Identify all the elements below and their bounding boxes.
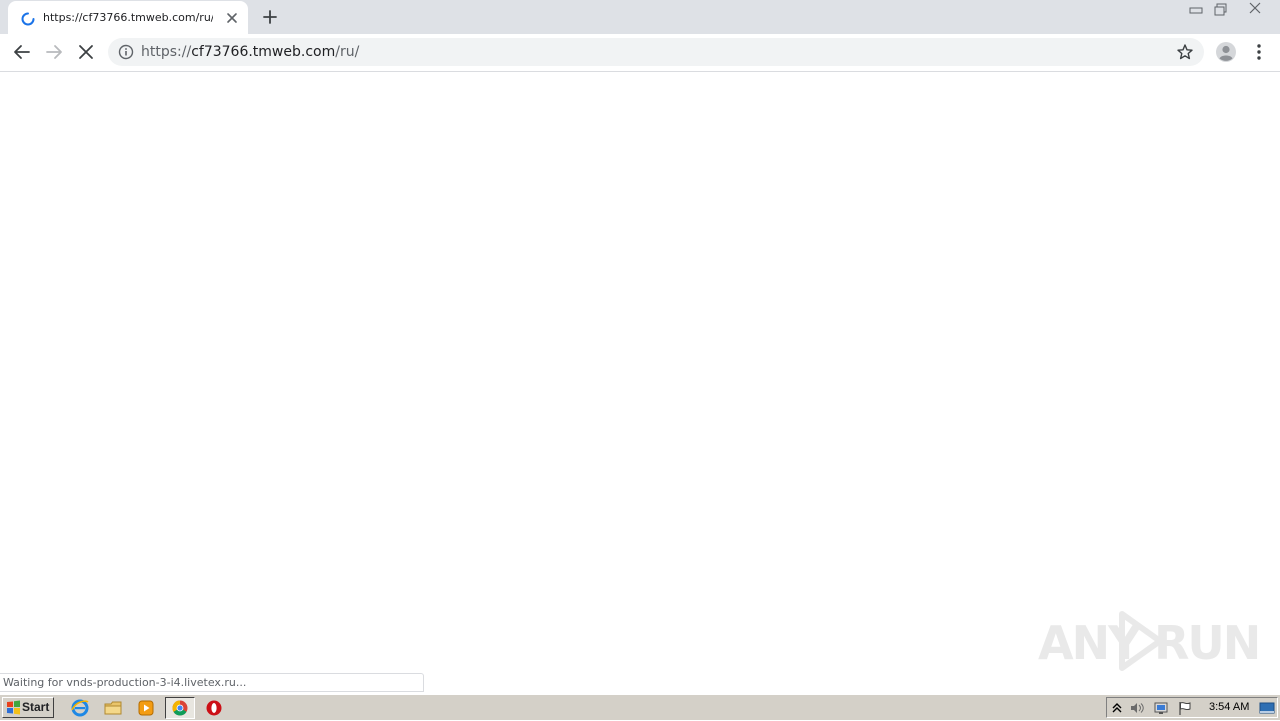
show-hidden-icons-icon[interactable] [1109,700,1125,716]
start-label: Start [22,700,50,714]
bookmark-star-icon[interactable] [1176,43,1194,61]
site-info-icon[interactable] [118,44,134,60]
watermark-right-text: RUN [1154,616,1261,670]
media-player-icon[interactable] [136,698,156,718]
loading-spinner-icon [21,11,35,26]
windows-taskbar: Start 3:54 AM [0,694,1280,720]
new-tab-button[interactable] [260,7,280,27]
forward-button[interactable] [42,40,66,64]
start-button[interactable]: Start [2,697,54,718]
profile-avatar-icon[interactable] [1214,40,1238,64]
internet-explorer-icon[interactable] [70,698,90,718]
back-button[interactable] [10,40,34,64]
url-path: /ru/ [335,44,360,60]
menu-kebab-icon[interactable] [1247,40,1271,64]
url-scheme: https:// [141,44,192,60]
browser-tab[interactable]: https://cf73766.tmweb.com/ru/ [8,1,248,34]
url-text[interactable]: https://cf73766.tmweb.com/ru/ [141,43,359,61]
stop-loading-button[interactable] [74,40,98,64]
address-bar[interactable]: https://cf73766.tmweb.com/ru/ [108,38,1204,66]
tab-title: https://cf73766.tmweb.com/ru/ [43,11,213,24]
url-host: cf73766.tmweb.com [191,44,336,60]
network-icon[interactable] [1153,700,1169,716]
windows-logo-icon [6,700,21,715]
taskbar-clock[interactable]: 3:54 AM [1209,698,1249,717]
anyrun-watermark: ANY RUN [1036,610,1261,674]
restore-button[interactable] [1209,0,1233,18]
page-content [0,72,1280,694]
chrome-icon[interactable] [165,697,195,719]
browser-toolbar: https://cf73766.tmweb.com/ru/ [0,34,1280,72]
minimize-button[interactable] [1184,0,1208,18]
file-explorer-icon[interactable] [103,698,123,718]
volume-icon[interactable] [1129,700,1145,716]
system-tray: 3:54 AM [1106,697,1278,718]
status-bubble: Waiting for vnds-production-3-i4.livetex… [0,673,424,692]
action-center-flag-icon[interactable] [1177,700,1193,716]
show-desktop-icon[interactable] [1259,700,1275,716]
tab-close-icon[interactable] [224,10,240,26]
close-window-button[interactable] [1240,0,1270,18]
opera-icon[interactable] [204,698,224,718]
tab-strip: https://cf73766.tmweb.com/ru/ [0,0,1280,34]
